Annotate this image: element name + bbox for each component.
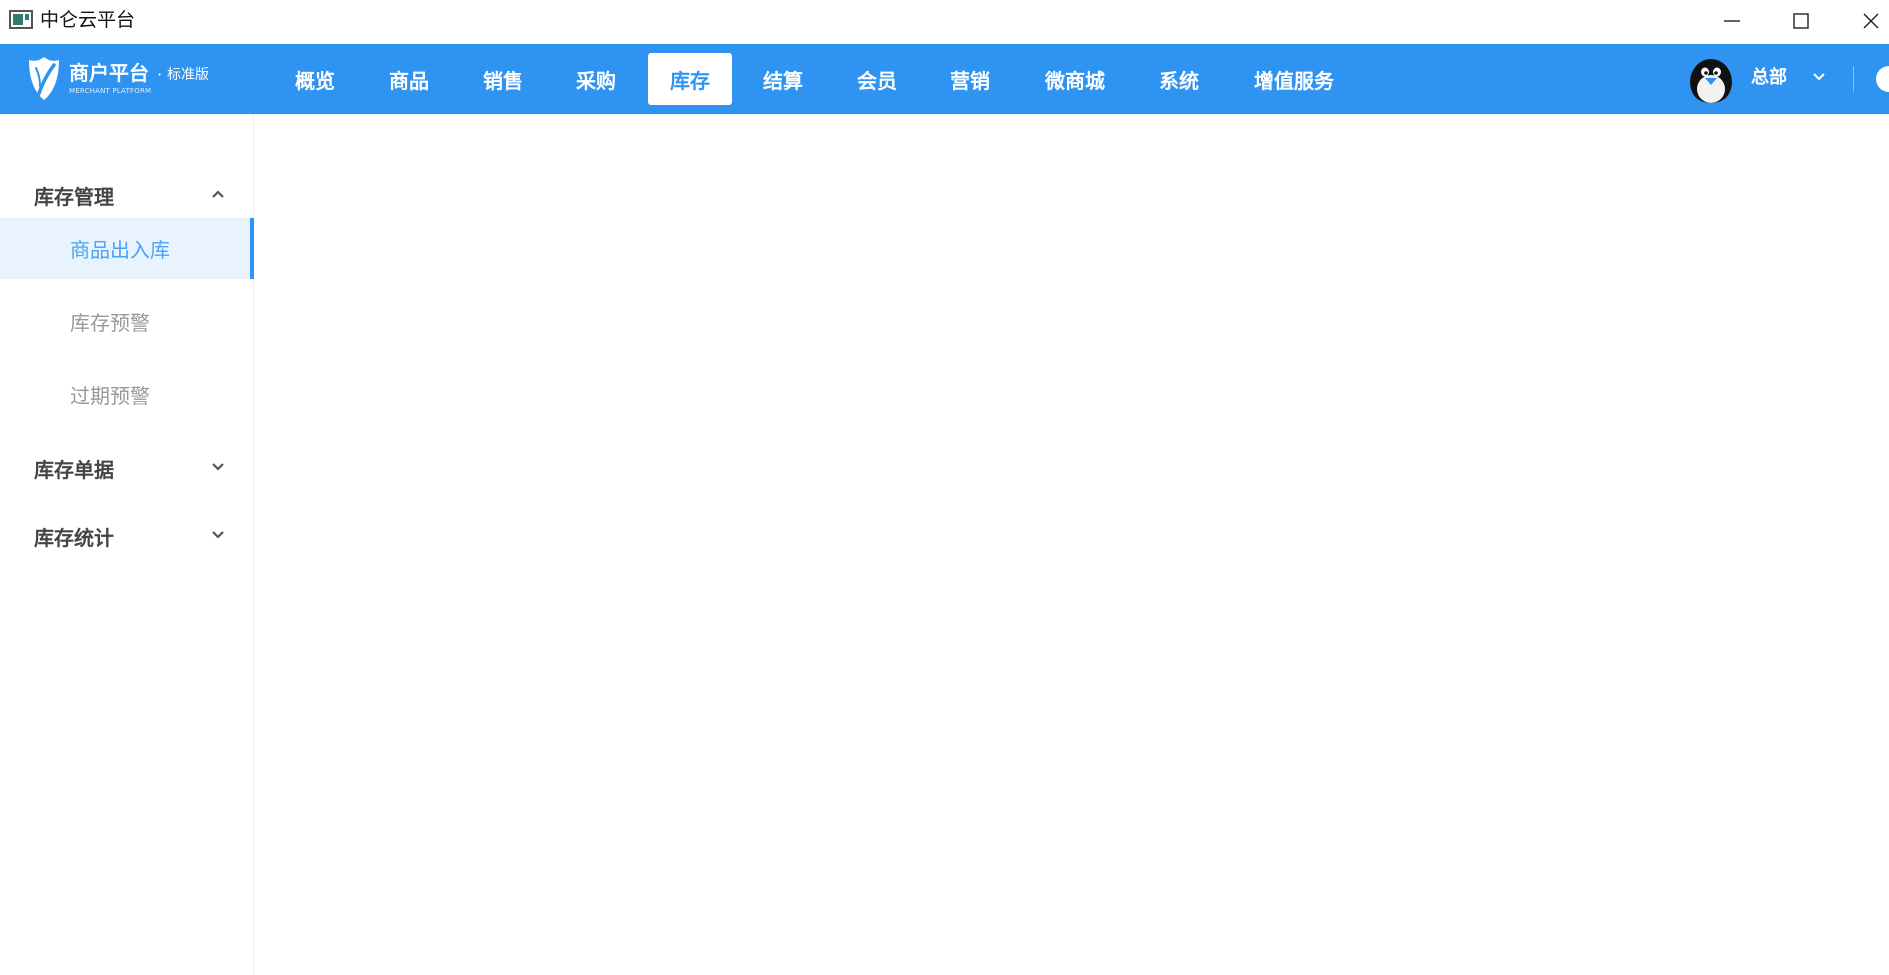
brand-subtitle: MERCHANT PLATFORM — [69, 87, 152, 95]
sidebar-item-stock-warning[interactable]: 库存预警 — [0, 291, 254, 352]
nav-sales[interactable]: 销售 — [465, 53, 541, 105]
top-nav: 商户平台 · 标准版 MERCHANT PLATFORM 概览 商品 销售 采购… — [0, 44, 1889, 114]
nav-purchase[interactable]: 采购 — [558, 53, 634, 105]
brand-edition: 标准版 — [167, 67, 209, 83]
sidebar-group-label: 库存统计 — [34, 525, 114, 550]
nav-products[interactable]: 商品 — [371, 53, 447, 105]
chevron-up-icon — [212, 190, 224, 198]
sidebar-item-expiry-warning[interactable]: 过期预警 — [0, 364, 254, 425]
minimize-button[interactable] — [1709, 4, 1755, 38]
app-icon — [9, 10, 33, 29]
window-title: 中仑云平台 — [40, 9, 136, 31]
sidebar-item-label: 过期预警 — [70, 384, 150, 408]
nav-system[interactable]: 系统 — [1141, 53, 1217, 105]
close-icon — [1863, 13, 1879, 29]
nav-divider — [1853, 66, 1854, 92]
close-button[interactable] — [1848, 4, 1889, 38]
maximize-icon — [1793, 13, 1809, 29]
nav-settlement[interactable]: 结算 — [745, 53, 821, 105]
chevron-down-icon — [212, 531, 224, 539]
sidebar-group-inventory-statistics[interactable]: 库存统计 — [0, 516, 254, 556]
window-titlebar: 中仑云平台 — [0, 0, 1889, 44]
penguin-avatar-icon — [1686, 53, 1736, 103]
brand-name: 商户平台 — [69, 61, 149, 85]
nav-micro-mall[interactable]: 微商城 — [1030, 53, 1120, 105]
user-name[interactable]: 总部 — [1751, 66, 1787, 90]
sidebar: 库存管理 商品出入库 库存预警 过期预警 库存单据 库存统计 — [0, 114, 254, 975]
nav-marketing[interactable]: 营销 — [932, 53, 1008, 105]
nav-overflow-icon[interactable] — [1876, 66, 1889, 92]
sidebar-group-label: 库存单据 — [34, 457, 114, 482]
nav-overview[interactable]: 概览 — [277, 53, 353, 105]
sidebar-item-label: 库存预警 — [70, 311, 150, 335]
main-content — [255, 114, 1889, 975]
sidebar-group-label: 库存管理 — [34, 184, 114, 209]
sidebar-group-inventory-documents[interactable]: 库存单据 — [0, 448, 254, 488]
nav-members[interactable]: 会员 — [839, 53, 915, 105]
maximize-button[interactable] — [1778, 4, 1824, 38]
nav-value-added[interactable]: 增值服务 — [1240, 53, 1348, 105]
nav-inventory[interactable]: 库存 — [648, 53, 732, 105]
shield-logo-icon — [29, 57, 59, 100]
sidebar-item-goods-in-out[interactable]: 商品出入库 — [0, 218, 254, 279]
sidebar-item-label: 商品出入库 — [70, 238, 170, 262]
sidebar-group-inventory-management[interactable]: 库存管理 — [0, 175, 254, 215]
minimize-icon — [1724, 20, 1740, 22]
chevron-down-icon[interactable] — [1812, 72, 1826, 82]
brand-logo[interactable]: 商户平台 · 标准版 MERCHANT PLATFORM — [26, 56, 216, 102]
avatar[interactable] — [1686, 53, 1736, 103]
brand-separator: · — [157, 65, 163, 84]
chevron-down-icon — [212, 463, 224, 471]
